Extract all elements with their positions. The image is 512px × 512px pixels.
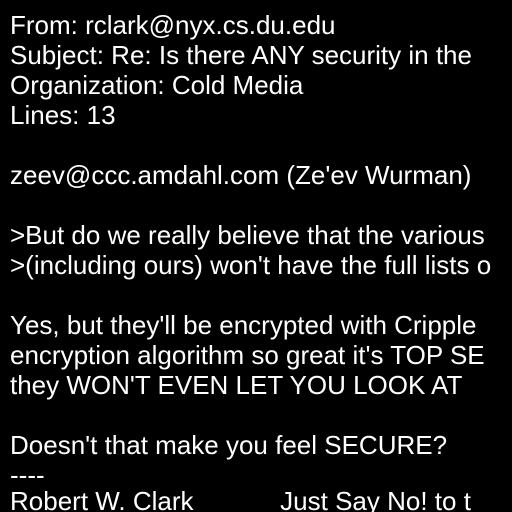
organization-header: Organization: Cold Media (10, 70, 304, 100)
signature-line: Robert W. Clark Just Say No! to t (10, 486, 471, 512)
from-header: From: rclark@nyx.cs.du.edu (10, 10, 336, 40)
lines-header: Lines: 13 (10, 100, 116, 130)
body-line: encryption algorithm so great it's TOP S… (10, 340, 485, 370)
email-message: From: rclark@nyx.cs.du.edu Subject: Re: … (10, 10, 512, 512)
subject-header: Subject: Re: Is there ANY security in th… (10, 40, 472, 70)
quoted-line: >(including ours) won't have the full li… (10, 250, 492, 280)
body-line: they WON'T EVEN LET YOU LOOK AT (10, 370, 463, 400)
attribution-line: zeev@ccc.amdahl.com (Ze'ev Wurman) (10, 160, 472, 190)
closing-line: Doesn't that make you feel SECURE? (10, 430, 448, 460)
quoted-line: >But do we really believe that the vario… (10, 220, 485, 250)
body-line: Yes, but they'll be encrypted with Cripp… (10, 310, 477, 340)
